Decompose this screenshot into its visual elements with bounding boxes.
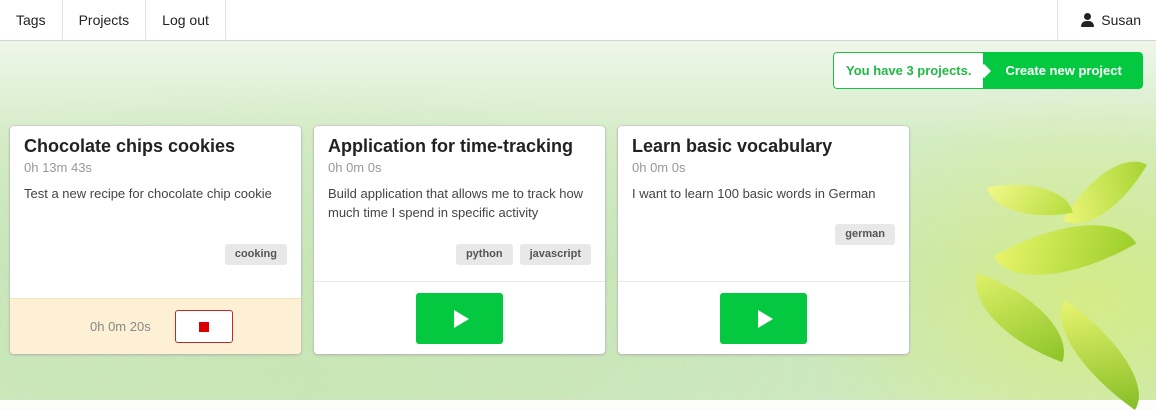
nav-item-logout[interactable]: Log out <box>146 0 226 40</box>
project-card: Application for time-tracking 0h 0m 0s B… <box>314 126 605 354</box>
project-description: Build application that allows me to trac… <box>328 186 584 220</box>
nav-item-projects[interactable]: Projects <box>63 0 147 40</box>
user-menu[interactable]: Susan <box>1057 0 1156 40</box>
project-tags: python javascript <box>455 244 591 265</box>
nav-item-tags[interactable]: Tags <box>0 0 63 40</box>
start-timer-button[interactable] <box>416 293 503 344</box>
projects-action-bar: You have 3 projects. Create new project <box>833 52 1143 89</box>
tag-badge[interactable]: python <box>455 244 513 265</box>
top-navbar: Tags Projects Log out Susan <box>0 0 1156 41</box>
card-footer <box>314 281 605 354</box>
tag-badge[interactable]: cooking <box>224 244 287 265</box>
create-project-button[interactable]: Create new project <box>983 52 1143 89</box>
project-title: Chocolate chips cookies <box>24 136 236 156</box>
play-icon <box>454 309 469 328</box>
leaf-shape <box>987 173 1073 227</box>
project-title: Application for time-tracking <box>328 136 574 156</box>
project-total-time: 0h 13m 43s <box>24 160 92 175</box>
user-name: Susan <box>1101 12 1141 28</box>
tag-badge[interactable]: german <box>835 224 895 245</box>
project-tags: cooking <box>224 244 287 265</box>
project-title: Learn basic vocabulary <box>632 136 833 156</box>
tag-badge[interactable]: javascript <box>519 244 591 265</box>
project-card: Chocolate chips cookies 0h 13m 43s Test … <box>10 126 301 354</box>
project-card: Learn basic vocabulary 0h 0m 0s I want t… <box>618 126 909 354</box>
project-description: Test a new recipe for chocolate chip coo… <box>24 186 272 201</box>
project-total-time: 0h 0m 0s <box>328 160 382 175</box>
card-footer <box>618 281 909 354</box>
projects-count-label: You have 3 projects. <box>833 52 984 89</box>
stop-timer-button[interactable] <box>174 310 233 343</box>
stop-icon <box>198 321 209 332</box>
project-tags: german <box>835 224 895 245</box>
play-icon <box>758 309 773 328</box>
project-total-time: 0h 0m 0s <box>632 160 686 175</box>
project-description: I want to learn 100 basic words in Germa… <box>632 186 876 201</box>
running-time: 0h 0m 20s <box>90 319 151 334</box>
start-timer-button[interactable] <box>720 293 807 344</box>
running-timer-footer: 0h 0m 20s <box>10 298 301 354</box>
user-icon <box>1080 13 1095 27</box>
